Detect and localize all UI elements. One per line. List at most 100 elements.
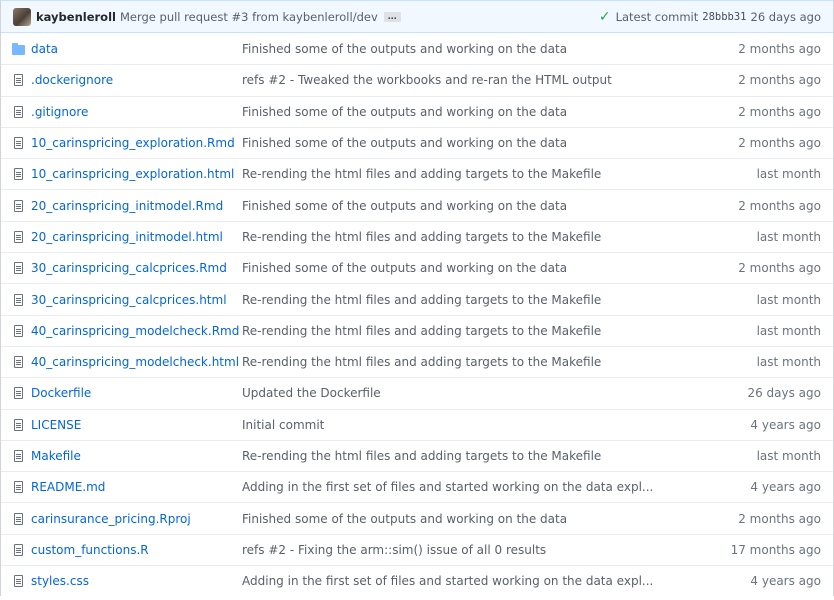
file-name-link[interactable]: 30_carinspricing_calcprices.Rmd <box>31 261 227 275</box>
commit-message-link[interactable]: Updated the Dockerfile <box>242 386 693 400</box>
file-icon <box>13 74 23 87</box>
file-name-link[interactable]: custom_functions.R <box>31 543 149 557</box>
icon-cell <box>1 512 31 525</box>
commit-age: last month <box>756 323 821 338</box>
file-name-cell: 40_carinspricing_modelcheck.html <box>31 355 242 369</box>
file-icon <box>13 575 23 588</box>
commit-age: last month <box>756 167 821 182</box>
file-row: Dockerfile Updated the Dockerfile 26 day… <box>1 377 833 408</box>
file-row: 10_carinspricing_exploration.html Re-ren… <box>1 158 833 189</box>
commit-message-link[interactable]: Finished some of the outputs and working… <box>242 512 693 526</box>
file-name-cell: 40_carinspricing_modelcheck.Rmd <box>31 324 242 338</box>
file-row: 40_carinspricing_modelcheck.html Re-rend… <box>1 345 833 377</box>
icon-cell <box>1 481 31 494</box>
commit-message-link[interactable]: Re-rending the html files and adding tar… <box>242 355 693 369</box>
commit-message-link[interactable]: Re-rending the html files and adding tar… <box>242 293 693 307</box>
commit-age: last month <box>756 229 821 244</box>
commit-age: 26 days ago <box>750 9 821 24</box>
icon-cell <box>1 293 31 306</box>
file-row: 10_carinspricing_exploration.Rmd Finishe… <box>1 126 833 158</box>
commit-message-link[interactable]: Finished some of the outputs and working… <box>242 42 693 56</box>
file-name-cell: 30_carinspricing_calcprices.html <box>31 293 242 307</box>
file-icon <box>13 481 23 494</box>
commit-sha[interactable]: 28bbb31 <box>702 11 746 23</box>
file-browser: kaybenleroll Merge pull request #3 from … <box>0 0 834 597</box>
file-row: README.md Adding in the first set of fil… <box>1 471 833 502</box>
file-icon <box>13 168 23 181</box>
file-name-link[interactable]: 40_carinspricing_modelcheck.Rmd <box>31 324 239 338</box>
file-icon <box>13 137 23 150</box>
icon-cell <box>1 543 31 556</box>
file-icon <box>13 418 23 431</box>
file-icon <box>13 324 23 337</box>
author-avatar[interactable] <box>13 7 31 26</box>
file-icon <box>13 262 23 275</box>
commit-message-link[interactable]: Re-rending the html files and adding tar… <box>242 449 693 463</box>
file-name-link[interactable]: carinsurance_pricing.Rproj <box>31 512 191 526</box>
commit-message-link[interactable]: refs #2 - Fixing the arm::sim() issue of… <box>242 543 693 557</box>
commit-age: 2 months ago <box>738 73 821 88</box>
commit-age: last month <box>756 449 821 463</box>
commit-age: 2 months ago <box>738 104 821 119</box>
file-name-link[interactable]: 10_carinspricing_exploration.html <box>31 167 234 181</box>
icon-cell <box>1 168 31 181</box>
commit-message-link[interactable]: Finished some of the outputs and working… <box>242 261 693 275</box>
file-name-cell: data <box>31 42 242 56</box>
commit-age: 2 months ago <box>738 261 821 276</box>
file-row: Makefile Re-rending the html files and a… <box>1 439 833 471</box>
file-name-link[interactable]: 10_carinspricing_exploration.Rmd <box>31 136 235 150</box>
icon-cell <box>1 356 31 369</box>
file-name-cell: 20_carinspricing_initmodel.html <box>31 230 242 244</box>
file-name-link[interactable]: LICENSE <box>31 418 81 432</box>
commit-message-link[interactable]: Re-rending the html files and adding tar… <box>242 230 693 244</box>
file-name-cell: 20_carinspricing_initmodel.Rmd <box>31 199 242 213</box>
check-icon[interactable]: ✓ <box>599 9 611 25</box>
file-name-link[interactable]: README.md <box>31 480 105 494</box>
file-name-link[interactable]: 20_carinspricing_initmodel.Rmd <box>31 199 223 213</box>
file-row: data Finished some of the outputs and wo… <box>1 33 833 64</box>
file-name-cell: carinsurance_pricing.Rproj <box>31 512 242 526</box>
file-name-link[interactable]: .gitignore <box>31 105 88 119</box>
commit-age: 2 months ago <box>738 136 821 151</box>
commit-message-link[interactable]: refs #2 - Tweaked the workbooks and re-r… <box>242 73 693 87</box>
file-row: .dockerignore refs #2 - Tweaked the work… <box>1 64 833 95</box>
commit-message-link[interactable]: Finished some of the outputs and working… <box>242 136 693 150</box>
file-name-link[interactable]: 30_carinspricing_calcprices.html <box>31 293 227 307</box>
icon-cell <box>1 262 31 275</box>
file-name-cell: LICENSE <box>31 418 242 432</box>
file-name-cell: .gitignore <box>31 105 242 119</box>
file-name-link[interactable]: styles.css <box>31 574 89 588</box>
icon-cell <box>1 324 31 337</box>
commit-message-link[interactable]: Adding in the first set of files and sta… <box>242 574 693 588</box>
commit-author[interactable]: kaybenleroll <box>36 10 116 24</box>
commit-message[interactable]: Merge pull request #3 from kaybenleroll/… <box>120 10 378 24</box>
icon-cell <box>1 230 31 243</box>
file-icon <box>13 105 23 118</box>
file-name-link[interactable]: Dockerfile <box>31 386 91 400</box>
latest-commit-label: Latest commit <box>615 9 699 24</box>
commit-age: last month <box>756 355 821 370</box>
commit-message-link[interactable]: Initial commit <box>242 418 693 432</box>
folder-icon <box>11 42 25 55</box>
expand-message-button[interactable]: … <box>383 11 401 22</box>
file-name-link[interactable]: Makefile <box>31 449 81 463</box>
file-row: styles.css Adding in the first set of fi… <box>1 565 833 596</box>
commit-message-link[interactable]: Re-rending the html files and adding tar… <box>242 324 693 338</box>
file-row: .gitignore Finished some of the outputs … <box>1 95 833 127</box>
file-row: carinsurance_pricing.Rproj Finished some… <box>1 502 833 533</box>
commit-message-link[interactable]: Finished some of the outputs and working… <box>242 199 693 213</box>
file-name-link[interactable]: 40_carinspricing_modelcheck.html <box>31 355 239 369</box>
commit-age: 17 months ago <box>730 542 821 557</box>
file-name-link[interactable]: data <box>31 42 58 56</box>
file-row: 20_carinspricing_initmodel.Rmd Finished … <box>1 189 833 220</box>
file-name-cell: .dockerignore <box>31 73 242 87</box>
file-name-link[interactable]: 20_carinspricing_initmodel.html <box>31 230 223 244</box>
commit-message-link[interactable]: Finished some of the outputs and working… <box>242 105 693 119</box>
commit-age: last month <box>756 292 821 307</box>
commit-message-link[interactable]: Adding in the first set of files and sta… <box>242 480 693 494</box>
file-icon <box>13 293 23 306</box>
file-icon <box>13 512 23 525</box>
file-row: 30_carinspricing_calcprices.Rmd Finished… <box>1 252 833 283</box>
file-name-link[interactable]: .dockerignore <box>31 73 113 87</box>
commit-message-link[interactable]: Re-rending the html files and adding tar… <box>242 167 693 181</box>
